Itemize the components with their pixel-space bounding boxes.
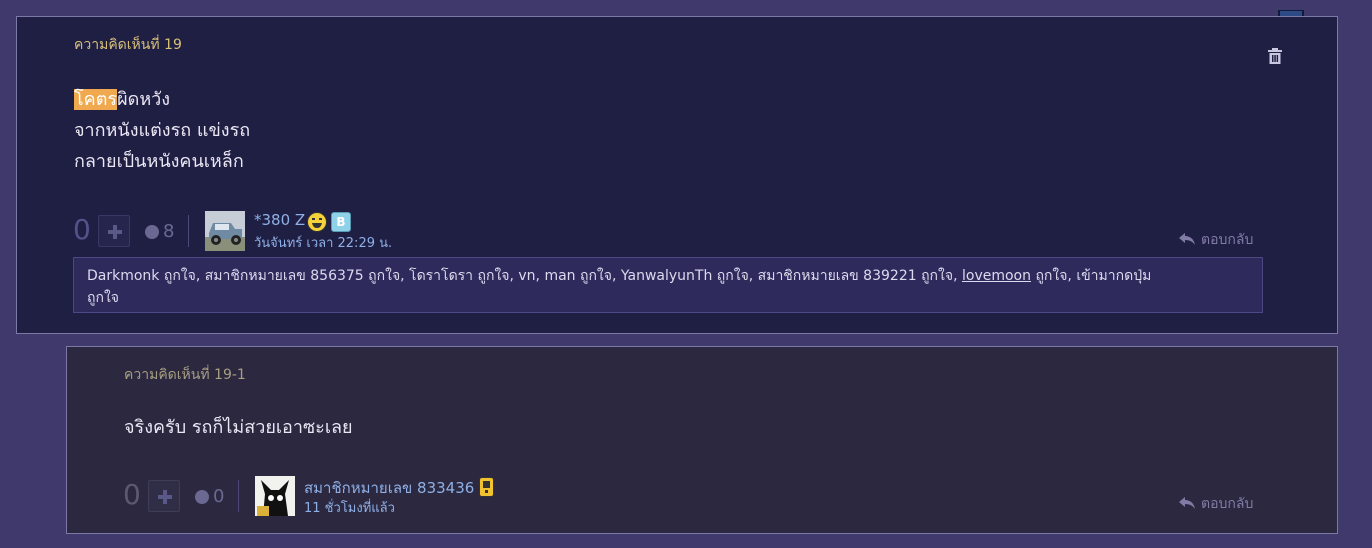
- reply-arrow-icon: [1179, 233, 1195, 245]
- likes-list: Darkmonk ถูกใจ, สมาชิกหมายเลข 856375 ถูก…: [73, 257, 1263, 313]
- trash-icon[interactable]: [1268, 48, 1282, 64]
- emotion-count[interactable]: 8: [163, 221, 174, 242]
- avatar[interactable]: [205, 211, 245, 251]
- reply-label: ตอบกลับ: [1201, 232, 1254, 248]
- emotion-face-icon[interactable]: [145, 225, 159, 239]
- body-line: กลายเป็นหนังคนเหล็ก: [74, 151, 244, 172]
- plus-icon[interactable]: [98, 215, 130, 247]
- likes-text: ถูกใจ: [87, 290, 119, 306]
- divider: [188, 215, 189, 247]
- likes-text: ถูกใจ, เข้ามากดปุ่ม: [1035, 268, 1152, 284]
- body-text: ผิดหวัง: [117, 89, 171, 110]
- comment-number: ความคิดเห็นที่ 19: [74, 37, 182, 53]
- emotion-count[interactable]: 0: [213, 486, 224, 507]
- emotion-face-icon[interactable]: [195, 490, 209, 504]
- timestamp: วันจันทร์ เวลา 22:29 น.: [254, 236, 393, 251]
- body-line: จริงครับ รถก็ไม่สวยเอาซะเลย: [124, 417, 353, 438]
- timestamp: 11 ชั่วโมงที่แล้ว: [304, 501, 395, 516]
- reply-arrow-icon: [1179, 497, 1195, 509]
- comment-body: โคตรผิดหวัง จากหนังแต่งรถ แข่งรถ กลายเป็…: [74, 84, 250, 177]
- reply-button[interactable]: ตอบกลับ: [1179, 229, 1253, 251]
- liker-link[interactable]: lovemoon: [962, 268, 1031, 284]
- comment-19: ความคิดเห็นที่ 19 โคตรผิดหวัง จากหนังแต่…: [16, 16, 1338, 334]
- avatar[interactable]: [255, 476, 295, 516]
- body-line: จากหนังแต่งรถ แข่งรถ: [74, 120, 251, 141]
- divider: [238, 480, 239, 512]
- comment-19-1: ความคิดเห็นที่ 19-1 จริงครับ รถก็ไม่สวยเ…: [66, 346, 1338, 534]
- smiley-badge-icon: [307, 212, 327, 232]
- author-name[interactable]: *380 Z: [254, 211, 305, 229]
- plus-icon[interactable]: [148, 480, 180, 512]
- body-line: โคตรผิดหวัง: [74, 84, 250, 115]
- vote-count: 0: [73, 213, 91, 246]
- blog-badge-icon: B: [331, 212, 351, 232]
- reply-label: ตอบกลับ: [1201, 496, 1254, 512]
- mobile-badge-icon: [479, 477, 494, 497]
- comment-body: จริงครับ รถก็ไม่สวยเอาซะเลย: [124, 412, 353, 443]
- vote-count: 0: [123, 478, 141, 511]
- comment-number: ความคิดเห็นที่ 19-1: [124, 367, 246, 383]
- likes-text: Darkmonk ถูกใจ, สมาชิกหมายเลข 856375 ถูก…: [87, 268, 958, 284]
- reply-button[interactable]: ตอบกลับ: [1179, 493, 1253, 515]
- highlighted-word: โคตร: [74, 89, 118, 110]
